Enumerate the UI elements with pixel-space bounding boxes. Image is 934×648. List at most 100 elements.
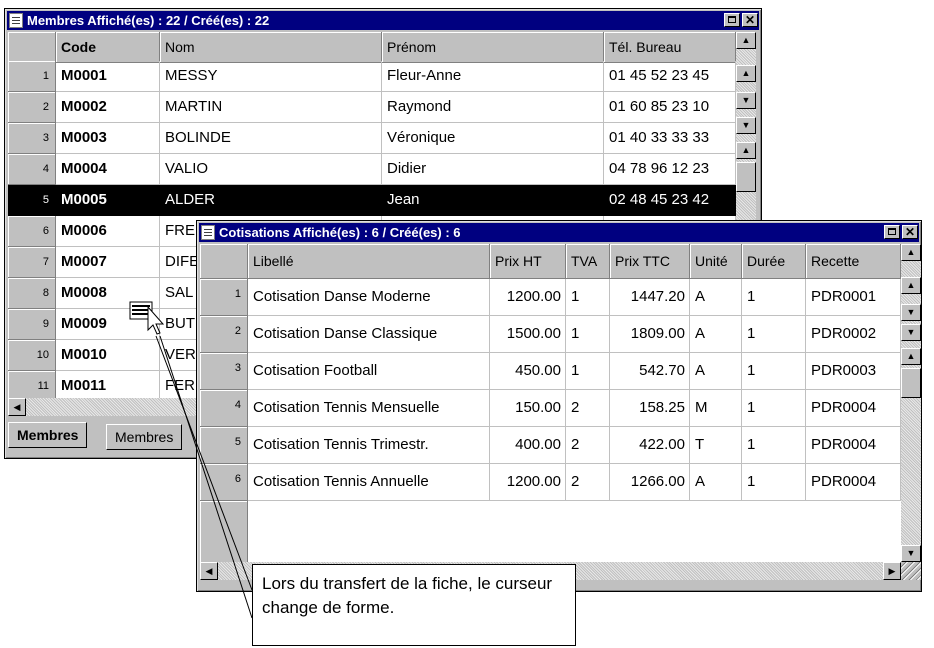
cell-prenom[interactable]: Raymond — [382, 92, 604, 123]
col-header-recette[interactable]: Recette — [806, 244, 901, 279]
cell-libelle[interactable]: Cotisation Tennis Trimestr. — [248, 427, 490, 464]
close-button[interactable]: ✕ — [902, 225, 918, 239]
table-row[interactable]: 4 M0004 VALIO Didier 04 78 96 12 23 — [8, 154, 736, 185]
row-number[interactable]: 1 — [8, 61, 56, 92]
table-row[interactable]: 1 M0001 MESSY Fleur-Anne 01 45 52 23 45 — [8, 61, 736, 92]
scroll-right-button[interactable]: ▶ — [883, 562, 901, 580]
table-row[interactable]: 5 Cotisation Tennis Trimestr. 400.00 2 422.0… — [200, 427, 901, 464]
row-number[interactable]: 9 — [8, 309, 56, 340]
row-number[interactable]: 3 — [200, 353, 248, 390]
row-number[interactable]: 11 — [8, 371, 56, 398]
cell-code[interactable]: M0003 — [56, 123, 160, 154]
cell-libelle[interactable]: Cotisation Danse Moderne — [248, 279, 490, 316]
col-header-libelle[interactable]: Libellé — [248, 244, 490, 279]
cell-prenom[interactable]: Véronique — [382, 123, 604, 154]
cell-tva[interactable]: 1 — [566, 279, 610, 316]
cell-ttc[interactable]: 422.00 — [610, 427, 690, 464]
table-row[interactable]: 1 Cotisation Danse Moderne 1200.00 1 1447.20… — [200, 279, 901, 316]
row-number[interactable]: 2 — [200, 316, 248, 353]
cell-ht[interactable]: 1500.00 — [490, 316, 566, 353]
cell-ttc[interactable]: 158.25 — [610, 390, 690, 427]
cell-prenom[interactable]: Fleur-Anne — [382, 61, 604, 92]
scroll-top-button[interactable]: ▲ — [736, 32, 756, 49]
col-header-unite[interactable]: Unité — [690, 244, 742, 279]
cotisations-vscroll[interactable]: ▲ ▲ ▼ ▼ ▲ ▼ — [901, 244, 921, 562]
membres-titlebar[interactable]: Membres Affiché(es) : 22 / Créé(es) : 22… — [7, 11, 759, 30]
cell-recette[interactable]: PDR0002 — [806, 316, 901, 353]
scroll-page-up-button[interactable]: ▲ — [736, 65, 756, 82]
cotisations-grid[interactable]: Libellé Prix HT TVA Prix TTC Unité Durée… — [200, 244, 901, 562]
row-number[interactable]: 5 — [8, 185, 56, 216]
cell-recette[interactable]: PDR0004 — [806, 427, 901, 464]
cell-tva[interactable]: 2 — [566, 390, 610, 427]
col-header-prix-ttc[interactable]: Prix TTC — [610, 244, 690, 279]
cell-duree[interactable]: 1 — [742, 353, 806, 390]
cell-tel[interactable]: 01 45 52 23 45 — [604, 61, 736, 92]
cell-ht[interactable]: 1200.00 — [490, 464, 566, 501]
row-number[interactable]: 8 — [8, 278, 56, 309]
cell-code[interactable]: M0005 — [56, 185, 160, 216]
scroll-thumb[interactable] — [736, 162, 756, 192]
row-number[interactable]: 6 — [200, 464, 248, 501]
col-header-tva[interactable]: TVA — [566, 244, 610, 279]
cell-prenom[interactable]: Didier — [382, 154, 604, 185]
cell-nom[interactable]: MESSY — [160, 61, 382, 92]
cell-libelle[interactable]: Cotisation Tennis Mensuelle — [248, 390, 490, 427]
cell-ttc[interactable]: 1809.00 — [610, 316, 690, 353]
cell-tva[interactable]: 1 — [566, 316, 610, 353]
scroll-up-button[interactable]: ▲ — [901, 348, 921, 365]
cell-recette[interactable]: PDR0004 — [806, 390, 901, 427]
table-row[interactable]: 3 M0003 BOLINDE Véronique 01 40 33 33 33 — [8, 123, 736, 154]
maximize-button[interactable] — [724, 13, 740, 27]
cell-ht[interactable]: 450.00 — [490, 353, 566, 390]
cell-ht[interactable]: 400.00 — [490, 427, 566, 464]
resize-grip-icon[interactable] — [901, 562, 921, 580]
col-header-prenom[interactable]: Prénom — [382, 32, 604, 63]
table-row[interactable]: 2 Cotisation Danse Classique 1500.00 1 1809.… — [200, 316, 901, 353]
cell-ttc[interactable]: 1447.20 — [610, 279, 690, 316]
cell-tel[interactable]: 01 40 33 33 33 — [604, 123, 736, 154]
cell-recette[interactable]: PDR0004 — [806, 464, 901, 501]
cell-unite[interactable]: M — [690, 390, 742, 427]
row-number[interactable]: 6 — [8, 216, 56, 247]
row-number[interactable]: 7 — [8, 247, 56, 278]
maximize-button[interactable] — [884, 225, 900, 239]
cell-ht[interactable]: 150.00 — [490, 390, 566, 427]
tab-membres[interactable]: Membres — [8, 422, 88, 448]
cell-duree[interactable]: 1 — [742, 390, 806, 427]
scroll-down-button[interactable]: ▼ — [901, 324, 921, 341]
cell-ttc[interactable]: 1266.00 — [610, 464, 690, 501]
cell-nom[interactable]: BOLINDE — [160, 123, 382, 154]
scroll-thumb[interactable] — [901, 368, 921, 398]
cell-nom[interactable]: ALDER — [160, 185, 382, 216]
tab-membres-2[interactable]: Membres — [106, 424, 183, 450]
cell-unite[interactable]: A — [690, 279, 742, 316]
cell-tel[interactable]: 02 48 45 23 42 — [604, 185, 736, 216]
cell-libelle[interactable]: Cotisation Football — [248, 353, 490, 390]
cell-duree[interactable]: 1 — [742, 464, 806, 501]
cell-tva[interactable]: 2 — [566, 464, 610, 501]
cell-ht[interactable]: 1200.00 — [490, 279, 566, 316]
table-row[interactable]: 6 Cotisation Tennis Annuelle 1200.00 2 1266.… — [200, 464, 901, 501]
scroll-up-button[interactable]: ▲ — [736, 142, 756, 159]
row-number[interactable]: 2 — [8, 92, 56, 123]
cell-duree[interactable]: 1 — [742, 427, 806, 464]
table-row[interactable]: 2 M0002 MARTIN Raymond 01 60 85 23 10 — [8, 92, 736, 123]
col-header-tel[interactable]: Tél. Bureau — [604, 32, 736, 63]
table-row[interactable]: 4 Cotisation Tennis Mensuelle 150.00 2 158.2… — [200, 390, 901, 427]
cell-nom[interactable]: VALIO — [160, 154, 382, 185]
col-header-duree[interactable]: Durée — [742, 244, 806, 279]
cell-nom[interactable]: MARTIN — [160, 92, 382, 123]
cell-code[interactable]: M0004 — [56, 154, 160, 185]
close-button[interactable]: ✕ — [742, 13, 758, 27]
cell-code[interactable]: M0001 — [56, 61, 160, 92]
cell-code[interactable]: M0011 — [56, 371, 160, 398]
cell-code[interactable]: M0008 — [56, 278, 160, 309]
cell-ttc[interactable]: 542.70 — [610, 353, 690, 390]
col-header-code[interactable]: Code — [56, 32, 160, 63]
cell-tva[interactable]: 1 — [566, 353, 610, 390]
cell-code[interactable]: M0002 — [56, 92, 160, 123]
cell-code[interactable]: M0009 — [56, 309, 160, 340]
scroll-page-up-button[interactable]: ▲ — [901, 277, 921, 294]
table-row[interactable]: 3 Cotisation Football 450.00 1 542.70 A 1 PDR00… — [200, 353, 901, 390]
